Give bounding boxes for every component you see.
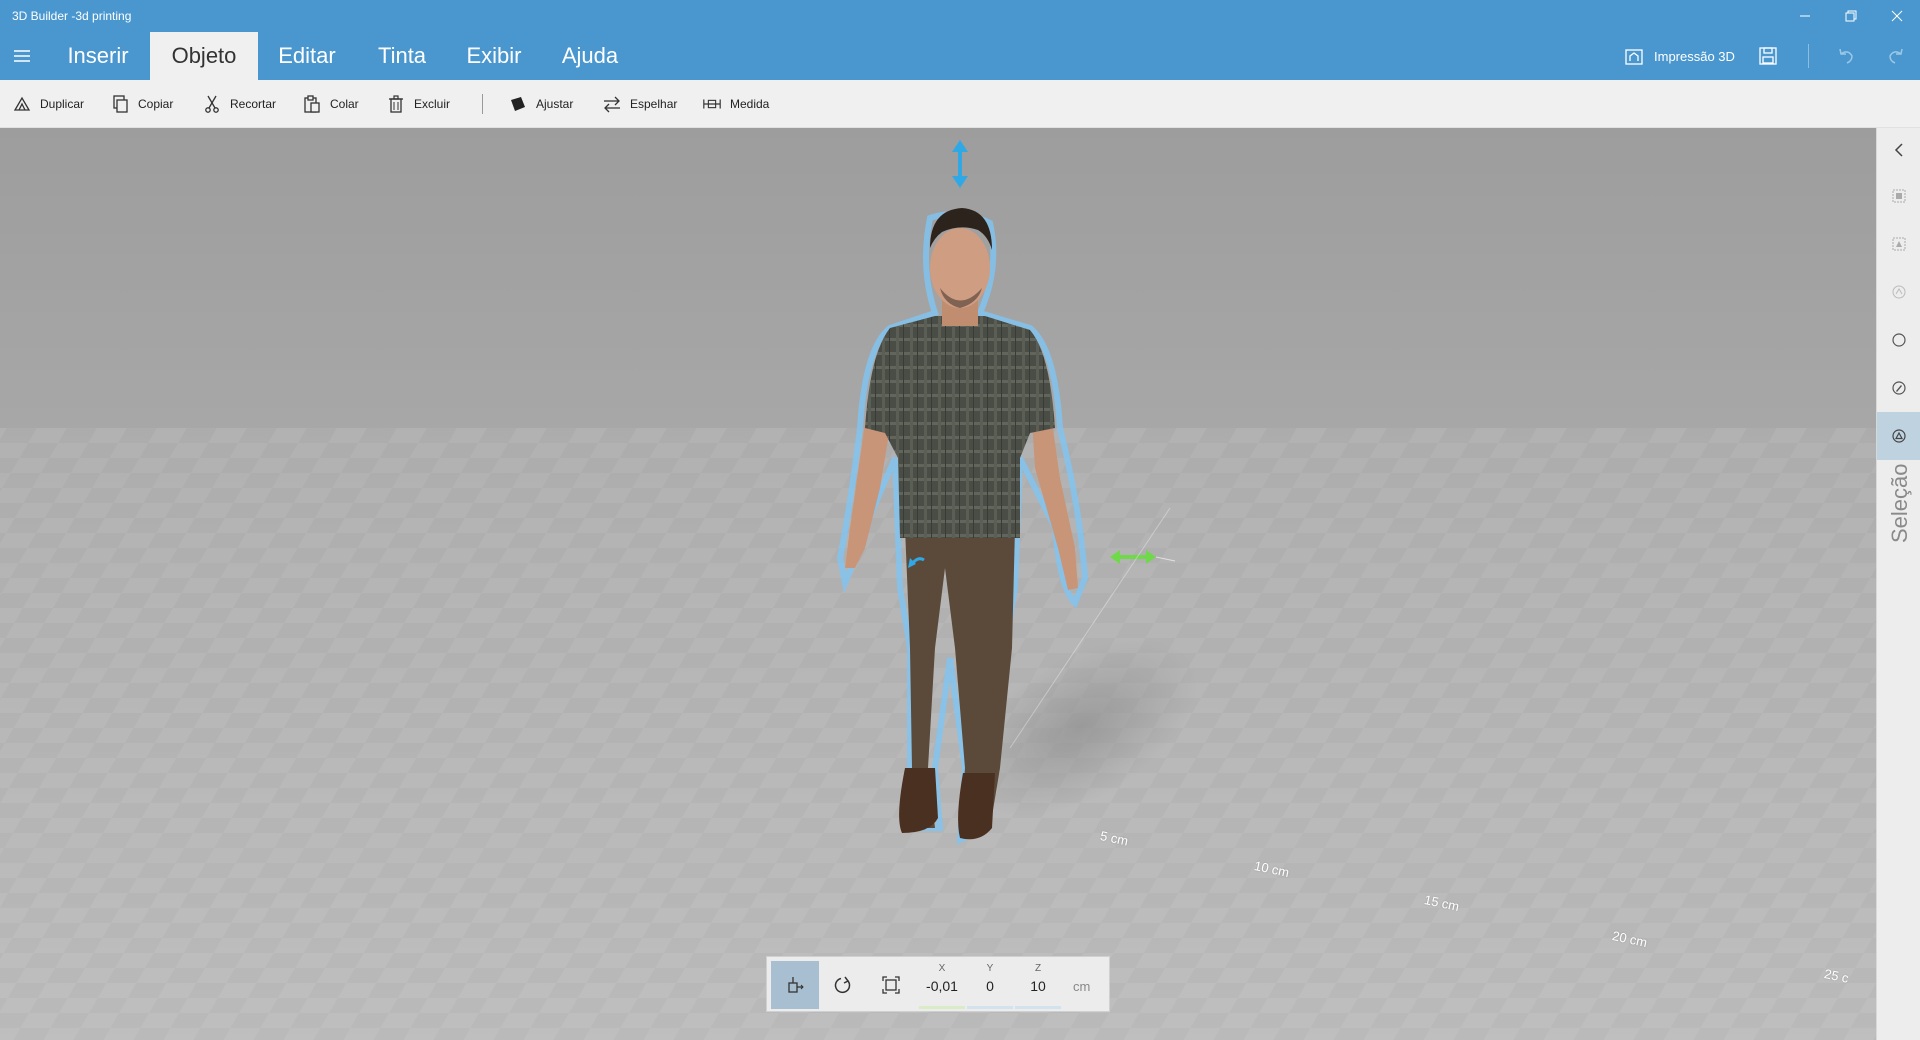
select-object-icon	[1892, 237, 1906, 251]
adjust-label: Ajustar	[536, 97, 574, 111]
z-value: 10	[1030, 978, 1046, 994]
tab-exibir[interactable]: Exibir	[456, 32, 532, 80]
print-3d-icon	[1625, 49, 1643, 65]
print-3d-label: Impressão 3D	[1654, 48, 1735, 64]
tab-ajuda[interactable]: Ajuda	[552, 32, 628, 80]
panel-tool-1[interactable]	[1887, 184, 1911, 208]
restore-button[interactable]	[1828, 0, 1874, 32]
chevron-left-icon	[1894, 143, 1903, 157]
z-axis-bar	[1015, 1006, 1061, 1009]
select-face-icon	[1892, 285, 1906, 299]
minimize-button[interactable]	[1782, 0, 1828, 32]
z-coordinate[interactable]: Z 10	[1015, 961, 1061, 1009]
restore-icon	[1845, 10, 1857, 22]
y-axis-bar	[967, 1006, 1013, 1009]
tab-objeto[interactable]: Objeto	[150, 32, 258, 80]
x-value: -0,01	[926, 978, 958, 994]
scene-canvas[interactable]	[0, 128, 1876, 1040]
paint-select-icon	[1892, 381, 1906, 395]
rotate-icon	[834, 976, 851, 994]
selection-icon	[1892, 429, 1906, 443]
delete-button[interactable]: Excluir	[386, 92, 450, 116]
header-separator	[1808, 44, 1809, 68]
ribbon-tabs: Inserir Objeto Editar Tinta Exibir Ajuda…	[0, 32, 1920, 80]
adjust-icon	[511, 97, 525, 111]
unit-label: cm	[1073, 979, 1091, 994]
toolbar-separator	[482, 94, 483, 114]
circle-icon	[1892, 333, 1906, 347]
cut-label: Recortar	[230, 97, 277, 111]
mirror-button[interactable]: Espelhar	[602, 92, 677, 116]
x-label: X	[938, 963, 946, 974]
measure-icon	[703, 99, 721, 109]
adjust-button[interactable]: Ajustar	[508, 92, 573, 116]
close-icon	[1891, 10, 1903, 22]
delete-label: Excluir	[414, 97, 451, 111]
y-coordinate[interactable]: Y 0	[967, 961, 1013, 1009]
panel-label: Seleção	[1887, 463, 1912, 543]
undo-button[interactable]	[1834, 44, 1858, 68]
select-all-icon	[1892, 189, 1906, 203]
collapse-panel-button[interactable]	[1887, 138, 1911, 162]
cut-button[interactable]: Recortar	[202, 92, 276, 116]
measure-label: Medida	[730, 97, 770, 111]
copy-label: Copiar	[138, 97, 174, 111]
scale-icon	[882, 976, 900, 994]
minimize-icon	[1800, 15, 1810, 17]
x-coordinate[interactable]: X -0,01	[919, 961, 965, 1009]
title-bar: 3D Builder -3d printing	[0, 0, 1920, 32]
menu-button[interactable]	[10, 46, 34, 66]
copy-button[interactable]: Copiar	[110, 92, 173, 116]
panel-tool-4[interactable]	[1887, 328, 1911, 352]
print-3d-button[interactable]: Impressão 3D	[1624, 44, 1735, 68]
tab-inserir[interactable]: Inserir	[54, 32, 142, 80]
hamburger-icon	[14, 50, 30, 62]
redo-icon	[1889, 48, 1903, 64]
undo-icon	[1839, 48, 1853, 64]
panel-tool-2[interactable]	[1887, 232, 1911, 256]
panel-tool-3[interactable]	[1887, 280, 1911, 304]
paste-button[interactable]: Colar	[302, 92, 359, 116]
copy-icon	[113, 95, 128, 113]
rotate-mode-button[interactable]	[819, 961, 867, 1009]
y-value: 0	[986, 978, 994, 994]
x-axis-bar	[919, 1006, 965, 1009]
3d-viewport[interactable]: 5 cm 10 cm 15 cm 20 cm 25 c X -0,01 Y 0 …	[0, 128, 1876, 1040]
tab-editar[interactable]: Editar	[266, 32, 348, 80]
save-icon	[1759, 47, 1777, 65]
cut-icon	[205, 95, 219, 113]
y-label: Y	[986, 963, 994, 974]
object-toolbar: Duplicar Copiar Recortar Colar Excluir A…	[0, 80, 1920, 128]
model-shoe-right	[958, 773, 995, 840]
transform-bar: X -0,01 Y 0 Z 10 cm	[766, 956, 1110, 1012]
selection-mode-button[interactable]	[1887, 424, 1911, 448]
delete-icon	[389, 95, 403, 113]
scale-mode-button[interactable]	[867, 961, 915, 1009]
move-mode-button[interactable]	[771, 961, 819, 1009]
redo-button[interactable]	[1884, 44, 1908, 68]
duplicate-icon	[13, 96, 31, 111]
measure-button[interactable]: Medida	[702, 92, 769, 116]
paste-label: Colar	[330, 97, 359, 111]
move-icon	[788, 977, 804, 993]
model-shoe-left	[899, 768, 938, 833]
side-panel: Seleção	[1876, 128, 1920, 1040]
panel-tool-5[interactable]	[1887, 376, 1911, 400]
paste-icon	[304, 95, 320, 113]
z-label: Z	[1034, 963, 1042, 974]
tab-tinta[interactable]: Tinta	[360, 32, 444, 80]
save-button[interactable]	[1756, 44, 1780, 68]
close-button[interactable]	[1874, 0, 1920, 32]
duplicate-button[interactable]: Duplicar	[12, 92, 84, 116]
mirror-icon	[604, 96, 620, 113]
duplicate-label: Duplicar	[40, 97, 85, 111]
mirror-label: Espelhar	[630, 97, 678, 111]
window-title: 3D Builder -3d printing	[12, 9, 132, 23]
model-head	[930, 228, 990, 308]
